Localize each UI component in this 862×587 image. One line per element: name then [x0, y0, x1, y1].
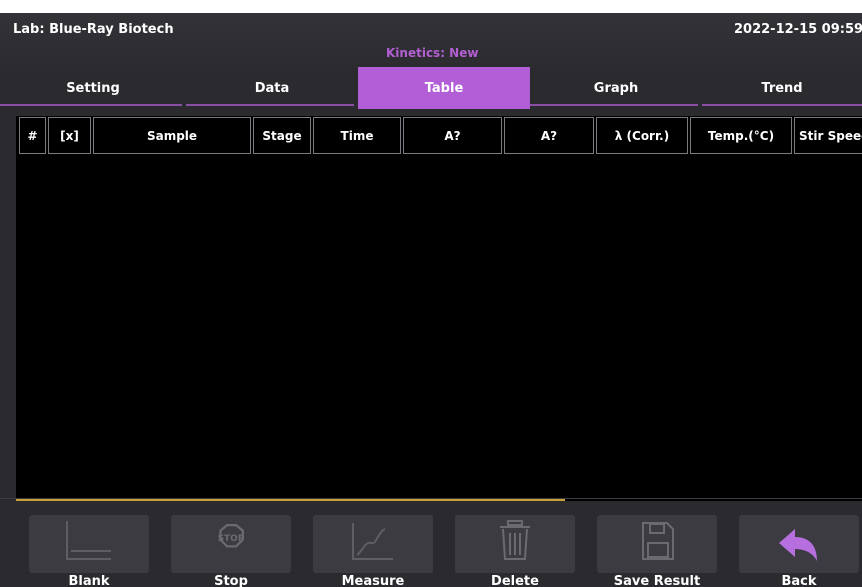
blank-label: Blank — [68, 574, 110, 587]
measure-button[interactable] — [313, 515, 433, 573]
stop-icon: STOP — [218, 523, 245, 548]
save-icon — [642, 522, 674, 560]
tab-label: Trend — [761, 80, 803, 96]
tab-label: Data — [254, 80, 290, 96]
stop-button[interactable]: STOP — [171, 515, 291, 573]
back-label: Back — [781, 574, 817, 587]
tab-graph[interactable]: Graph — [530, 67, 702, 109]
save-result-button[interactable] — [597, 515, 717, 573]
delete-button[interactable] — [455, 515, 575, 573]
lab-name: Lab: Blue-Ray Biotech — [13, 22, 174, 37]
back-icon — [779, 529, 817, 561]
tab-setting[interactable]: Setting — [0, 67, 186, 109]
stop-label: Stop — [214, 574, 248, 587]
blank-icon — [66, 521, 111, 560]
horizontal-scrollbar[interactable] — [16, 499, 565, 501]
column-header-temperature[interactable]: Temp.(°C) — [690, 117, 792, 154]
table-header: # [x] Sample Stage Time A? A? λ (Corr.) … — [16, 116, 862, 155]
column-header-time[interactable]: Time — [313, 117, 401, 154]
tab-label: Table — [424, 80, 464, 96]
results-table[interactable]: # [x] Sample Stage Time A? A? λ (Corr.) … — [16, 116, 862, 501]
tab-table[interactable]: Table — [358, 67, 530, 109]
delete-icon — [500, 520, 530, 560]
column-header-index[interactable]: # — [19, 117, 46, 154]
divider — [0, 498, 862, 499]
measure-icon — [352, 523, 393, 560]
delete-label: Delete — [491, 574, 539, 587]
column-header-wavelength-corr[interactable]: λ (Corr.) — [596, 117, 688, 154]
svg-text:STOP: STOP — [218, 534, 245, 544]
date-time: 2022-12-15 09:59 — [734, 22, 862, 37]
tab-trend[interactable]: Trend — [702, 67, 862, 109]
column-header-stir-speed[interactable]: Stir Speed — [794, 117, 862, 154]
column-header-select[interactable]: [x] — [48, 117, 91, 154]
column-header-stage[interactable]: Stage — [253, 117, 311, 154]
tab-data[interactable]: Data — [186, 67, 358, 109]
measure-label: Measure — [341, 574, 405, 587]
column-header-sample[interactable]: Sample — [93, 117, 251, 154]
mode-title: Kinetics: New — [386, 46, 479, 60]
action-toolbar: Blank STOP Stop Measure Delete Save Resu… — [0, 513, 862, 587]
tab-bar: Setting Data Table Graph Trend — [0, 67, 862, 109]
back-button[interactable] — [739, 515, 859, 573]
header-bar: Lab: Blue-Ray Biotech Kinetics: New 2022… — [0, 13, 862, 67]
tab-label: Graph — [593, 80, 639, 96]
save-result-label: Save Result — [613, 574, 701, 587]
app-window: Lab: Blue-Ray Biotech Kinetics: New 2022… — [0, 13, 862, 587]
column-header-absorbance-2[interactable]: A? — [504, 117, 594, 154]
blank-button[interactable] — [29, 515, 149, 573]
column-header-absorbance-1[interactable]: A? — [403, 117, 502, 154]
tab-label: Setting — [66, 80, 120, 96]
